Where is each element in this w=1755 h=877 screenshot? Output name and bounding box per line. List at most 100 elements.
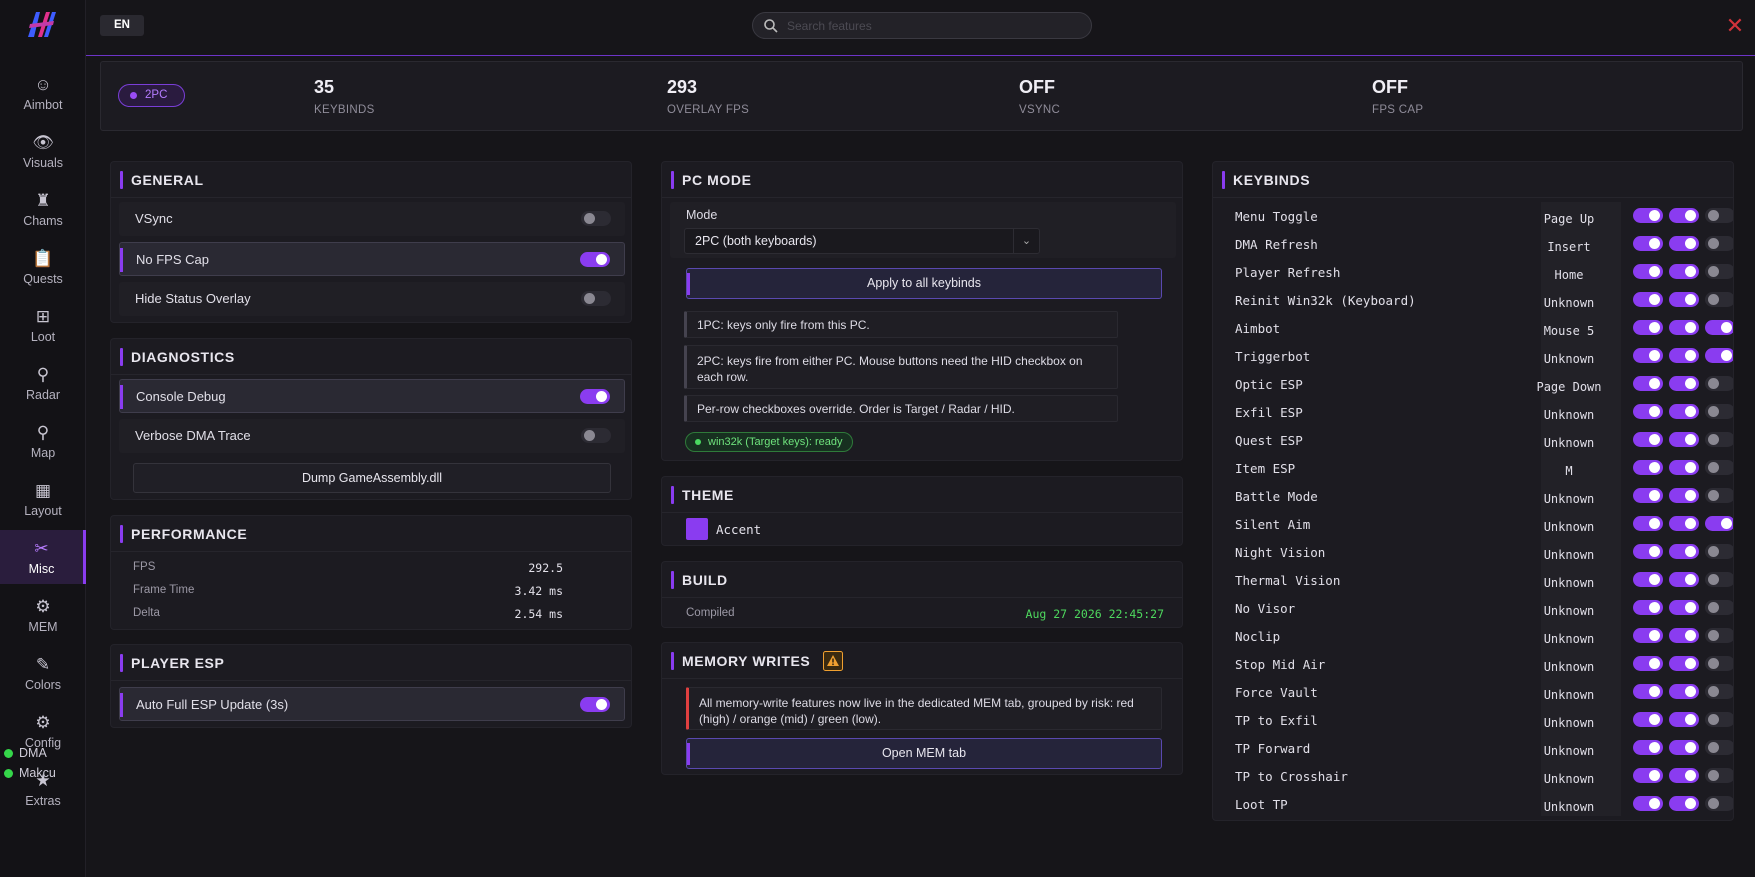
keybind-radar-toggle[interactable] xyxy=(1669,572,1699,587)
keybind-key-button[interactable]: Unknown xyxy=(1529,492,1609,506)
keybind-radar-toggle[interactable] xyxy=(1669,264,1699,279)
keybind-target-toggle[interactable] xyxy=(1633,796,1663,811)
keybind-hid-toggle[interactable] xyxy=(1705,404,1733,419)
keybind-key-button[interactable]: Unknown xyxy=(1529,296,1609,310)
keybind-radar-toggle[interactable] xyxy=(1669,208,1699,223)
keybind-target-toggle[interactable] xyxy=(1633,516,1663,531)
keybind-key-button[interactable]: Unknown xyxy=(1529,576,1609,590)
language-button[interactable]: EN xyxy=(100,15,144,36)
keybind-key-button[interactable]: Page Up xyxy=(1529,212,1609,226)
keybind-key-button[interactable]: Unknown xyxy=(1529,352,1609,366)
search-input[interactable] xyxy=(787,15,1077,37)
nav-item-visuals[interactable]: 👁 Visuals xyxy=(0,124,86,178)
keybind-hid-toggle[interactable] xyxy=(1705,572,1733,587)
verbose-dma-trace-toggle[interactable] xyxy=(581,428,611,443)
keybind-key-button[interactable]: Unknown xyxy=(1529,548,1609,562)
apply-to-all-keybinds-button[interactable]: Apply to all keybinds xyxy=(686,268,1162,299)
keybind-hid-toggle[interactable] xyxy=(1705,768,1733,783)
keybind-hid-toggle[interactable] xyxy=(1705,208,1733,223)
keybind-target-toggle[interactable] xyxy=(1633,292,1663,307)
nav-item-aimbot[interactable]: ☺ Aimbot xyxy=(0,66,86,120)
keybind-key-button[interactable]: Unknown xyxy=(1529,520,1609,534)
keybind-key-button[interactable]: Unknown xyxy=(1529,408,1609,422)
keybind-hid-toggle[interactable] xyxy=(1705,516,1733,531)
keybind-key-button[interactable]: Unknown xyxy=(1529,660,1609,674)
mode-select[interactable]: 2PC (both keyboards) ⌄ xyxy=(684,228,1040,254)
keybind-key-button[interactable]: Unknown xyxy=(1529,716,1609,730)
keybind-target-toggle[interactable] xyxy=(1633,712,1663,727)
keybind-radar-toggle[interactable] xyxy=(1669,460,1699,475)
close-icon[interactable]: ✕ xyxy=(1723,14,1747,38)
nav-item-mem[interactable]: ⚙ MEM xyxy=(0,588,86,642)
keybind-key-button[interactable]: Unknown xyxy=(1529,436,1609,450)
keybind-hid-toggle[interactable] xyxy=(1705,292,1733,307)
hide-status-overlay-row[interactable]: Hide Status Overlay xyxy=(119,282,625,316)
keybind-hid-toggle[interactable] xyxy=(1705,544,1733,559)
keybind-key-button[interactable]: Insert xyxy=(1529,240,1609,254)
keybind-hid-toggle[interactable] xyxy=(1705,432,1733,447)
nav-item-map[interactable]: ⚲ Map xyxy=(0,414,86,468)
keybind-radar-toggle[interactable] xyxy=(1669,684,1699,699)
keybind-hid-toggle[interactable] xyxy=(1705,796,1733,811)
nav-item-chams[interactable]: ♜ Chams xyxy=(0,182,86,236)
keybind-radar-toggle[interactable] xyxy=(1669,432,1699,447)
keybind-key-button[interactable]: Unknown xyxy=(1529,632,1609,646)
nav-item-quests[interactable]: 📋 Quests xyxy=(0,240,86,294)
keybind-radar-toggle[interactable] xyxy=(1669,712,1699,727)
console-debug-toggle[interactable] xyxy=(580,389,610,404)
keybind-target-toggle[interactable] xyxy=(1633,740,1663,755)
keybind-target-toggle[interactable] xyxy=(1633,264,1663,279)
keybind-key-button[interactable]: M xyxy=(1529,464,1609,478)
no-fps-cap-toggle[interactable] xyxy=(580,252,610,267)
console-debug-row[interactable]: Console Debug xyxy=(119,379,625,413)
keybind-radar-toggle[interactable] xyxy=(1669,628,1699,643)
keybind-hid-toggle[interactable] xyxy=(1705,628,1733,643)
keybind-hid-toggle[interactable] xyxy=(1705,320,1733,335)
keybind-radar-toggle[interactable] xyxy=(1669,796,1699,811)
keybind-hid-toggle[interactable] xyxy=(1705,600,1733,615)
keybind-hid-toggle[interactable] xyxy=(1705,348,1733,363)
keybind-hid-toggle[interactable] xyxy=(1705,460,1733,475)
keybind-radar-toggle[interactable] xyxy=(1669,600,1699,615)
keybind-target-toggle[interactable] xyxy=(1633,404,1663,419)
keybind-radar-toggle[interactable] xyxy=(1669,656,1699,671)
keybind-radar-toggle[interactable] xyxy=(1669,292,1699,307)
verbose-dma-trace-row[interactable]: Verbose DMA Trace xyxy=(119,419,625,453)
keybind-hid-toggle[interactable] xyxy=(1705,264,1733,279)
keybind-radar-toggle[interactable] xyxy=(1669,236,1699,251)
open-mem-tab-button[interactable]: Open MEM tab xyxy=(686,738,1162,769)
keybind-radar-toggle[interactable] xyxy=(1669,768,1699,783)
keybind-radar-toggle[interactable] xyxy=(1669,516,1699,531)
keybind-target-toggle[interactable] xyxy=(1633,208,1663,223)
keybind-hid-toggle[interactable] xyxy=(1705,712,1733,727)
keybind-target-toggle[interactable] xyxy=(1633,544,1663,559)
vsync-toggle[interactable] xyxy=(581,211,611,226)
search-box[interactable] xyxy=(752,12,1092,39)
keybind-key-button[interactable]: Unknown xyxy=(1529,604,1609,618)
auto-full-esp-row[interactable]: Auto Full ESP Update (3s) xyxy=(119,687,625,721)
keybind-hid-toggle[interactable] xyxy=(1705,236,1733,251)
vsync-row[interactable]: VSync xyxy=(119,202,625,236)
keybind-radar-toggle[interactable] xyxy=(1669,320,1699,335)
nav-item-misc[interactable]: ✂ Misc xyxy=(0,530,86,584)
keybind-key-button[interactable]: Unknown xyxy=(1529,800,1609,814)
keybind-hid-toggle[interactable] xyxy=(1705,376,1733,391)
nav-item-layout[interactable]: ▦ Layout xyxy=(0,472,86,526)
keybind-radar-toggle[interactable] xyxy=(1669,740,1699,755)
keybind-target-toggle[interactable] xyxy=(1633,320,1663,335)
keybind-key-button[interactable]: Unknown xyxy=(1529,772,1609,786)
nav-item-loot[interactable]: ⊞ Loot xyxy=(0,298,86,352)
keybind-target-toggle[interactable] xyxy=(1633,488,1663,503)
dump-gameassembly-button[interactable]: Dump GameAssembly.dll xyxy=(133,463,611,493)
keybind-radar-toggle[interactable] xyxy=(1669,376,1699,391)
keybind-key-button[interactable]: Unknown xyxy=(1529,744,1609,758)
keybind-target-toggle[interactable] xyxy=(1633,768,1663,783)
keybind-target-toggle[interactable] xyxy=(1633,236,1663,251)
keybind-target-toggle[interactable] xyxy=(1633,376,1663,391)
keybind-target-toggle[interactable] xyxy=(1633,348,1663,363)
nav-item-colors[interactable]: ✎ Colors xyxy=(0,646,86,700)
keybind-target-toggle[interactable] xyxy=(1633,432,1663,447)
hide-status-overlay-toggle[interactable] xyxy=(581,291,611,306)
nav-item-radar[interactable]: ⚲ Radar xyxy=(0,356,86,410)
keybind-radar-toggle[interactable] xyxy=(1669,544,1699,559)
